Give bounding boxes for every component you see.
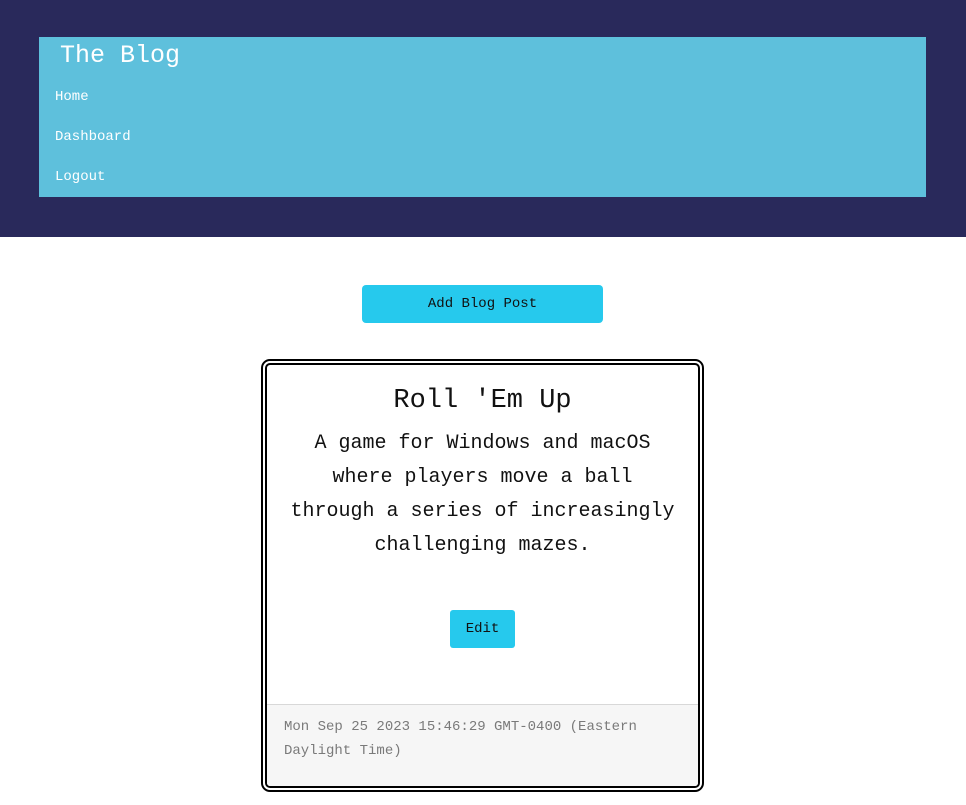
nav-bar: The Blog Home Dashboard Logout <box>39 37 926 197</box>
blog-post-card: Roll 'Em Up A game for Windows and macOS… <box>261 359 704 792</box>
post-footer: Mon Sep 25 2023 15:46:29 GMT-0400 (Easte… <box>267 704 698 786</box>
post-title: Roll 'Em Up <box>393 386 572 416</box>
site-header: The Blog Home Dashboard Logout <box>0 0 966 237</box>
site-title: The Blog <box>60 41 181 70</box>
edit-post-button[interactable]: Edit <box>450 610 515 648</box>
nav-logout-link[interactable]: Logout <box>55 168 105 186</box>
add-blog-post-button[interactable]: Add Blog Post <box>362 285 603 323</box>
nav-dashboard-link[interactable]: Dashboard <box>55 128 131 146</box>
post-date: Mon Sep 25 2023 15:46:29 GMT-0400 (Easte… <box>284 719 637 759</box>
nav-home-link[interactable]: Home <box>55 88 89 106</box>
post-body: A game for Windows and macOS where playe… <box>290 432 675 557</box>
